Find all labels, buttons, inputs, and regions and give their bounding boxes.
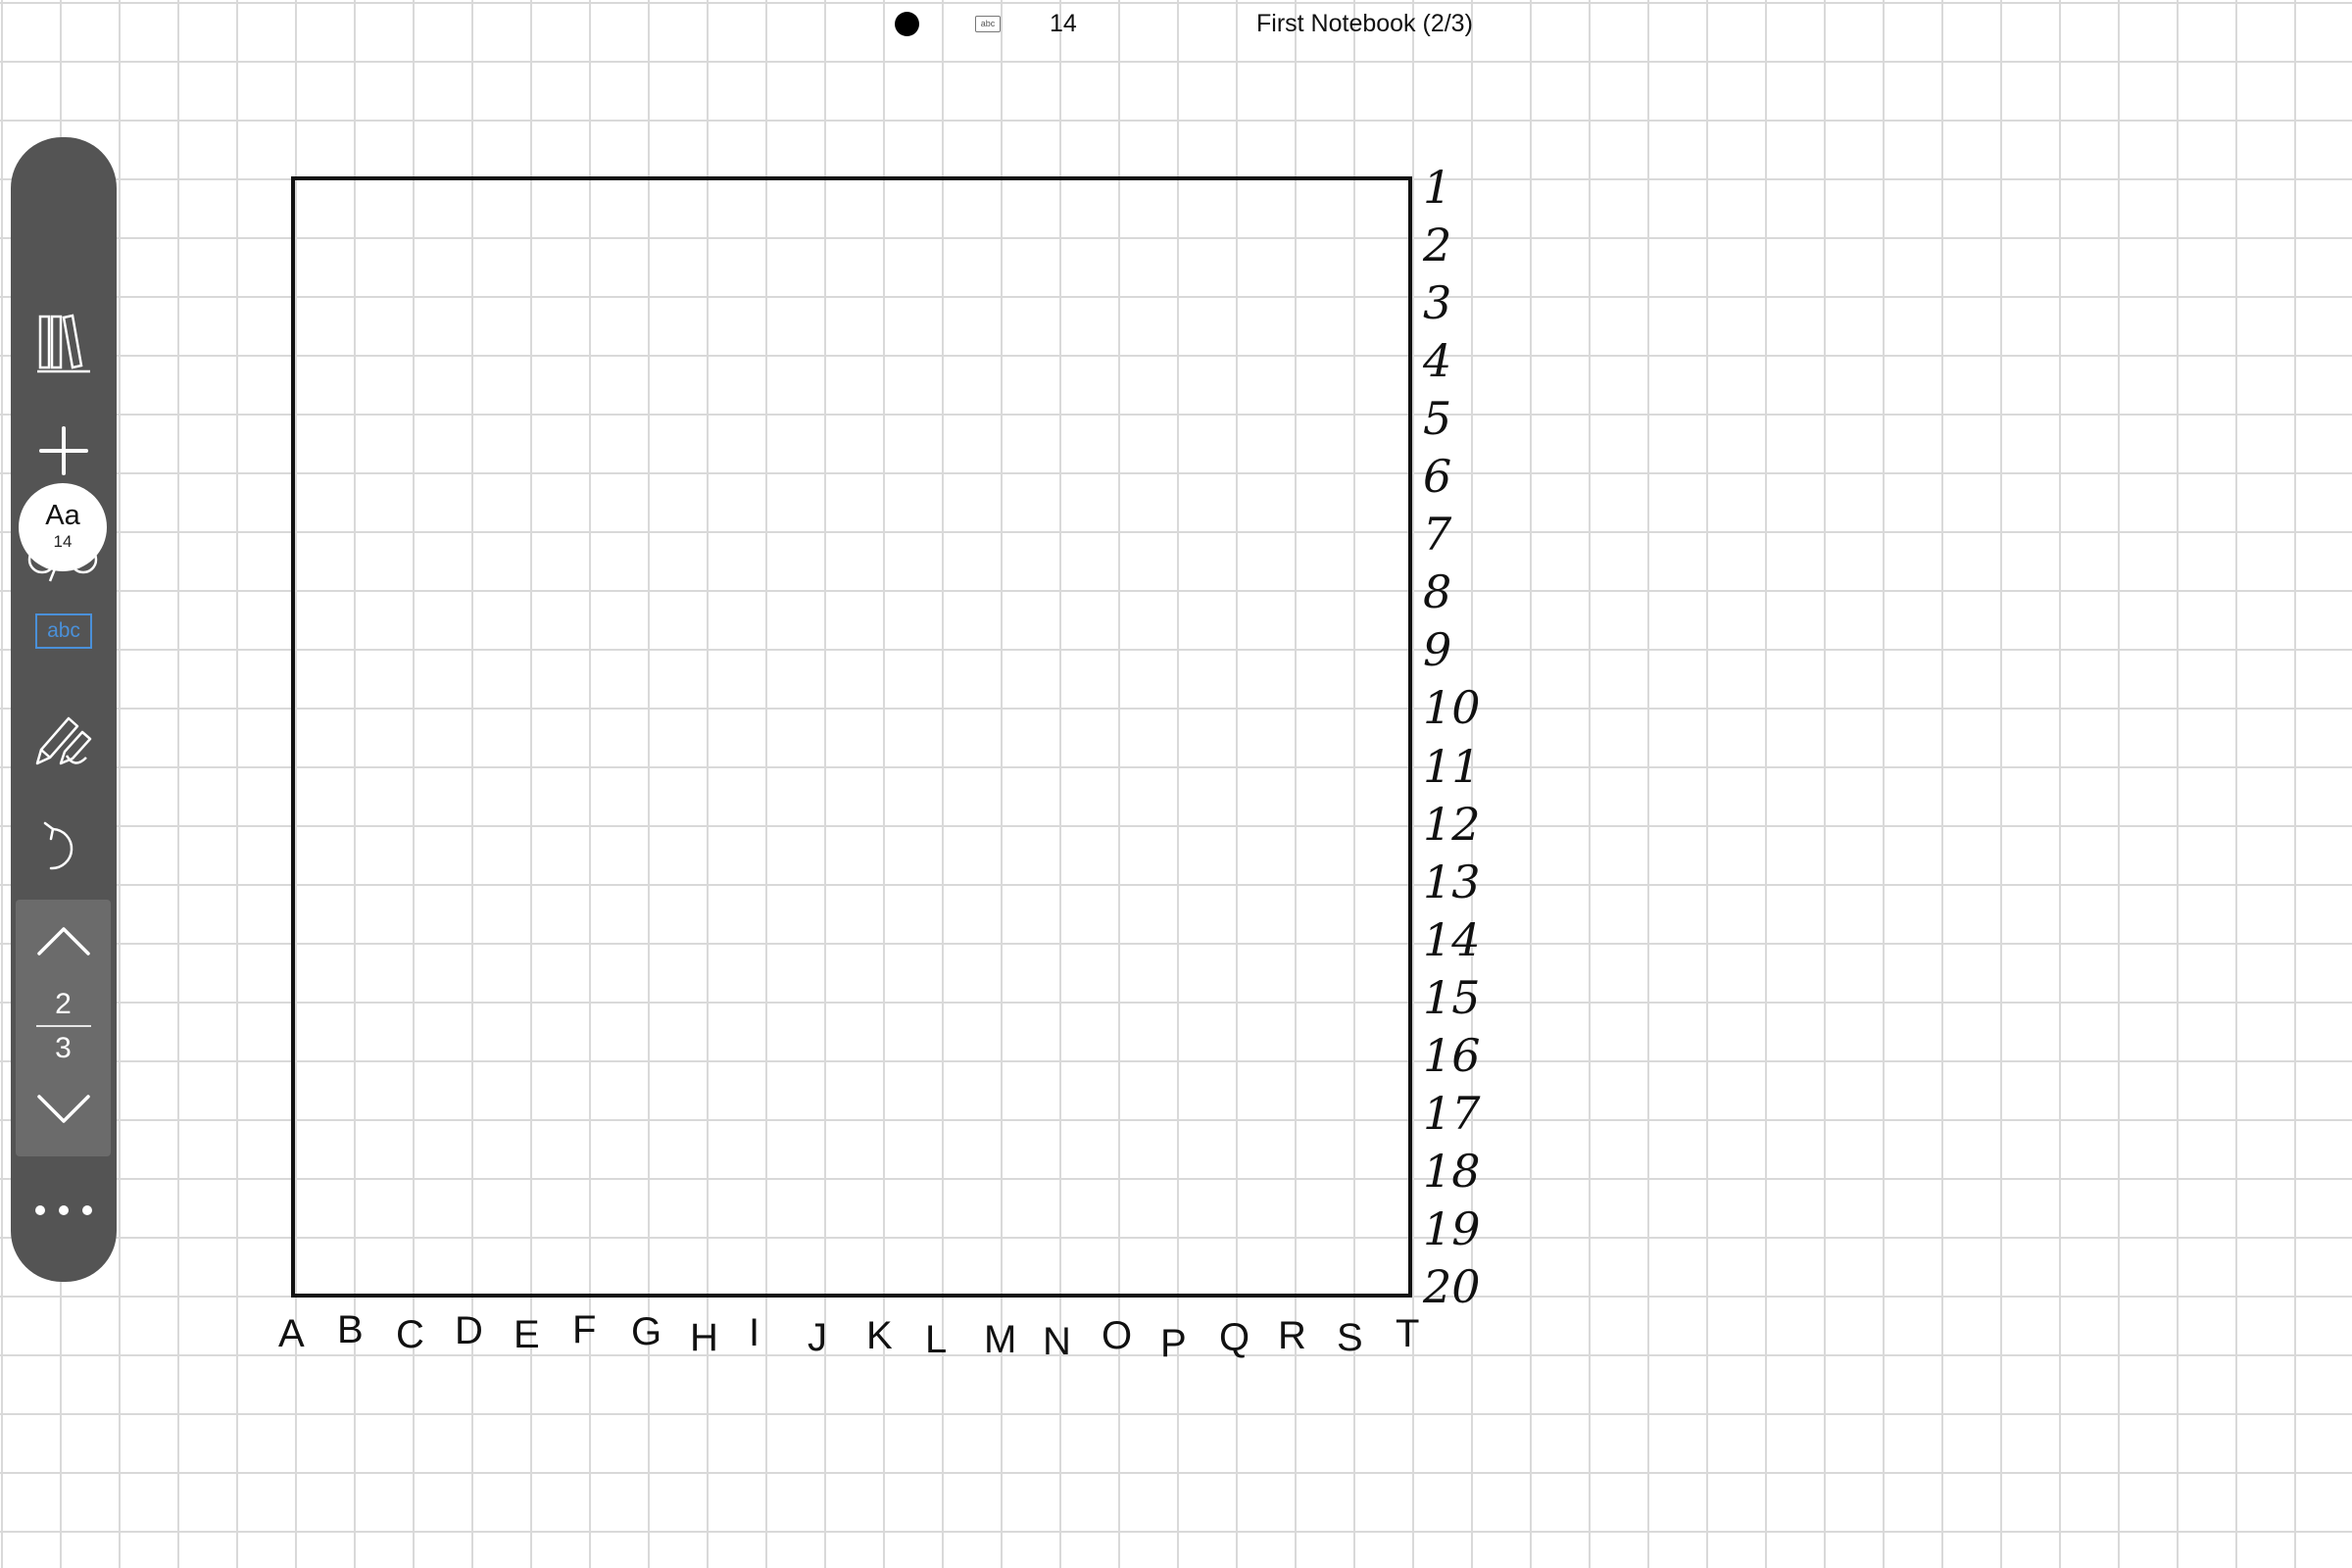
column-label: Q — [1219, 1316, 1250, 1359]
row-label: 5 — [1423, 392, 1452, 446]
row-label: 1 — [1423, 161, 1452, 214]
row-label: 19 — [1423, 1201, 1481, 1255]
status-bar: abc 14 First Notebook (2/3) — [0, 0, 2352, 49]
column-label: P — [1160, 1322, 1187, 1365]
column-label: B — [337, 1308, 364, 1351]
row-label: 20 — [1423, 1260, 1481, 1313]
column-label: K — [866, 1314, 893, 1357]
row-label: 17 — [1423, 1086, 1481, 1140]
row-label: 11 — [1423, 739, 1481, 793]
more-button[interactable] — [11, 1171, 117, 1250]
row-label: 6 — [1423, 450, 1452, 504]
column-label: N — [1043, 1320, 1071, 1363]
column-label: M — [984, 1318, 1017, 1361]
font-settings-button[interactable]: Aa 14 — [19, 483, 107, 571]
chevron-up-icon[interactable] — [36, 923, 91, 956]
row-label: 12 — [1423, 797, 1481, 851]
column-label: H — [690, 1316, 718, 1359]
plus-icon — [39, 426, 88, 475]
font-button-size: 14 — [53, 532, 73, 551]
pen-pencil-icon — [35, 716, 92, 765]
row-label: 13 — [1423, 855, 1481, 908]
row-label: 16 — [1423, 1028, 1481, 1082]
chevron-down-icon[interactable] — [36, 1094, 91, 1127]
notebook-title: First Notebook (2/3) — [1256, 10, 1473, 37]
font-button-label: Aa — [45, 500, 80, 531]
left-toolbar: Aa 14 abc 2 3 — [11, 137, 117, 1282]
column-label: C — [396, 1313, 424, 1356]
current-page: 2 — [55, 988, 72, 1020]
column-label: D — [455, 1309, 483, 1352]
pen-color-indicator[interactable] — [895, 12, 919, 36]
column-label: J — [808, 1316, 827, 1359]
row-label: 2 — [1423, 219, 1452, 272]
row-label: 10 — [1423, 681, 1481, 735]
total-pages: 3 — [55, 1032, 72, 1064]
column-label: R — [1278, 1314, 1306, 1357]
column-label: I — [749, 1311, 760, 1354]
column-label: O — [1102, 1314, 1133, 1357]
undo-button[interactable] — [11, 808, 117, 886]
library-button[interactable] — [11, 304, 117, 382]
page-navigator: 2 3 — [16, 900, 111, 1156]
row-label: 4 — [1423, 334, 1452, 388]
undo-icon — [43, 821, 74, 870]
column-label: A — [278, 1312, 305, 1355]
row-label: 8 — [1423, 565, 1452, 619]
more-dots-icon — [35, 1205, 92, 1215]
add-page-button[interactable] — [11, 412, 117, 490]
column-label: S — [1337, 1316, 1363, 1359]
row-label: 7 — [1423, 508, 1452, 562]
row-label: 9 — [1423, 623, 1452, 677]
column-label: F — [572, 1308, 597, 1351]
row-label: 3 — [1423, 276, 1452, 330]
font-size-indicator: 14 — [1050, 10, 1077, 37]
row-label: 14 — [1423, 912, 1481, 966]
coordinate-board[interactable] — [291, 176, 1412, 1298]
column-label: G — [631, 1310, 662, 1353]
column-label: E — [514, 1313, 540, 1356]
text-box-icon: abc — [35, 613, 92, 649]
books-icon — [37, 314, 90, 373]
column-label: T — [1396, 1312, 1420, 1355]
page-divider — [36, 1025, 91, 1027]
row-label: 15 — [1423, 970, 1481, 1024]
text-box-button[interactable]: abc — [11, 592, 117, 670]
row-label: 18 — [1423, 1144, 1481, 1198]
column-label: L — [925, 1318, 948, 1361]
pen-tool-button[interactable] — [11, 701, 117, 779]
text-mode-indicator[interactable]: abc — [975, 16, 1001, 32]
